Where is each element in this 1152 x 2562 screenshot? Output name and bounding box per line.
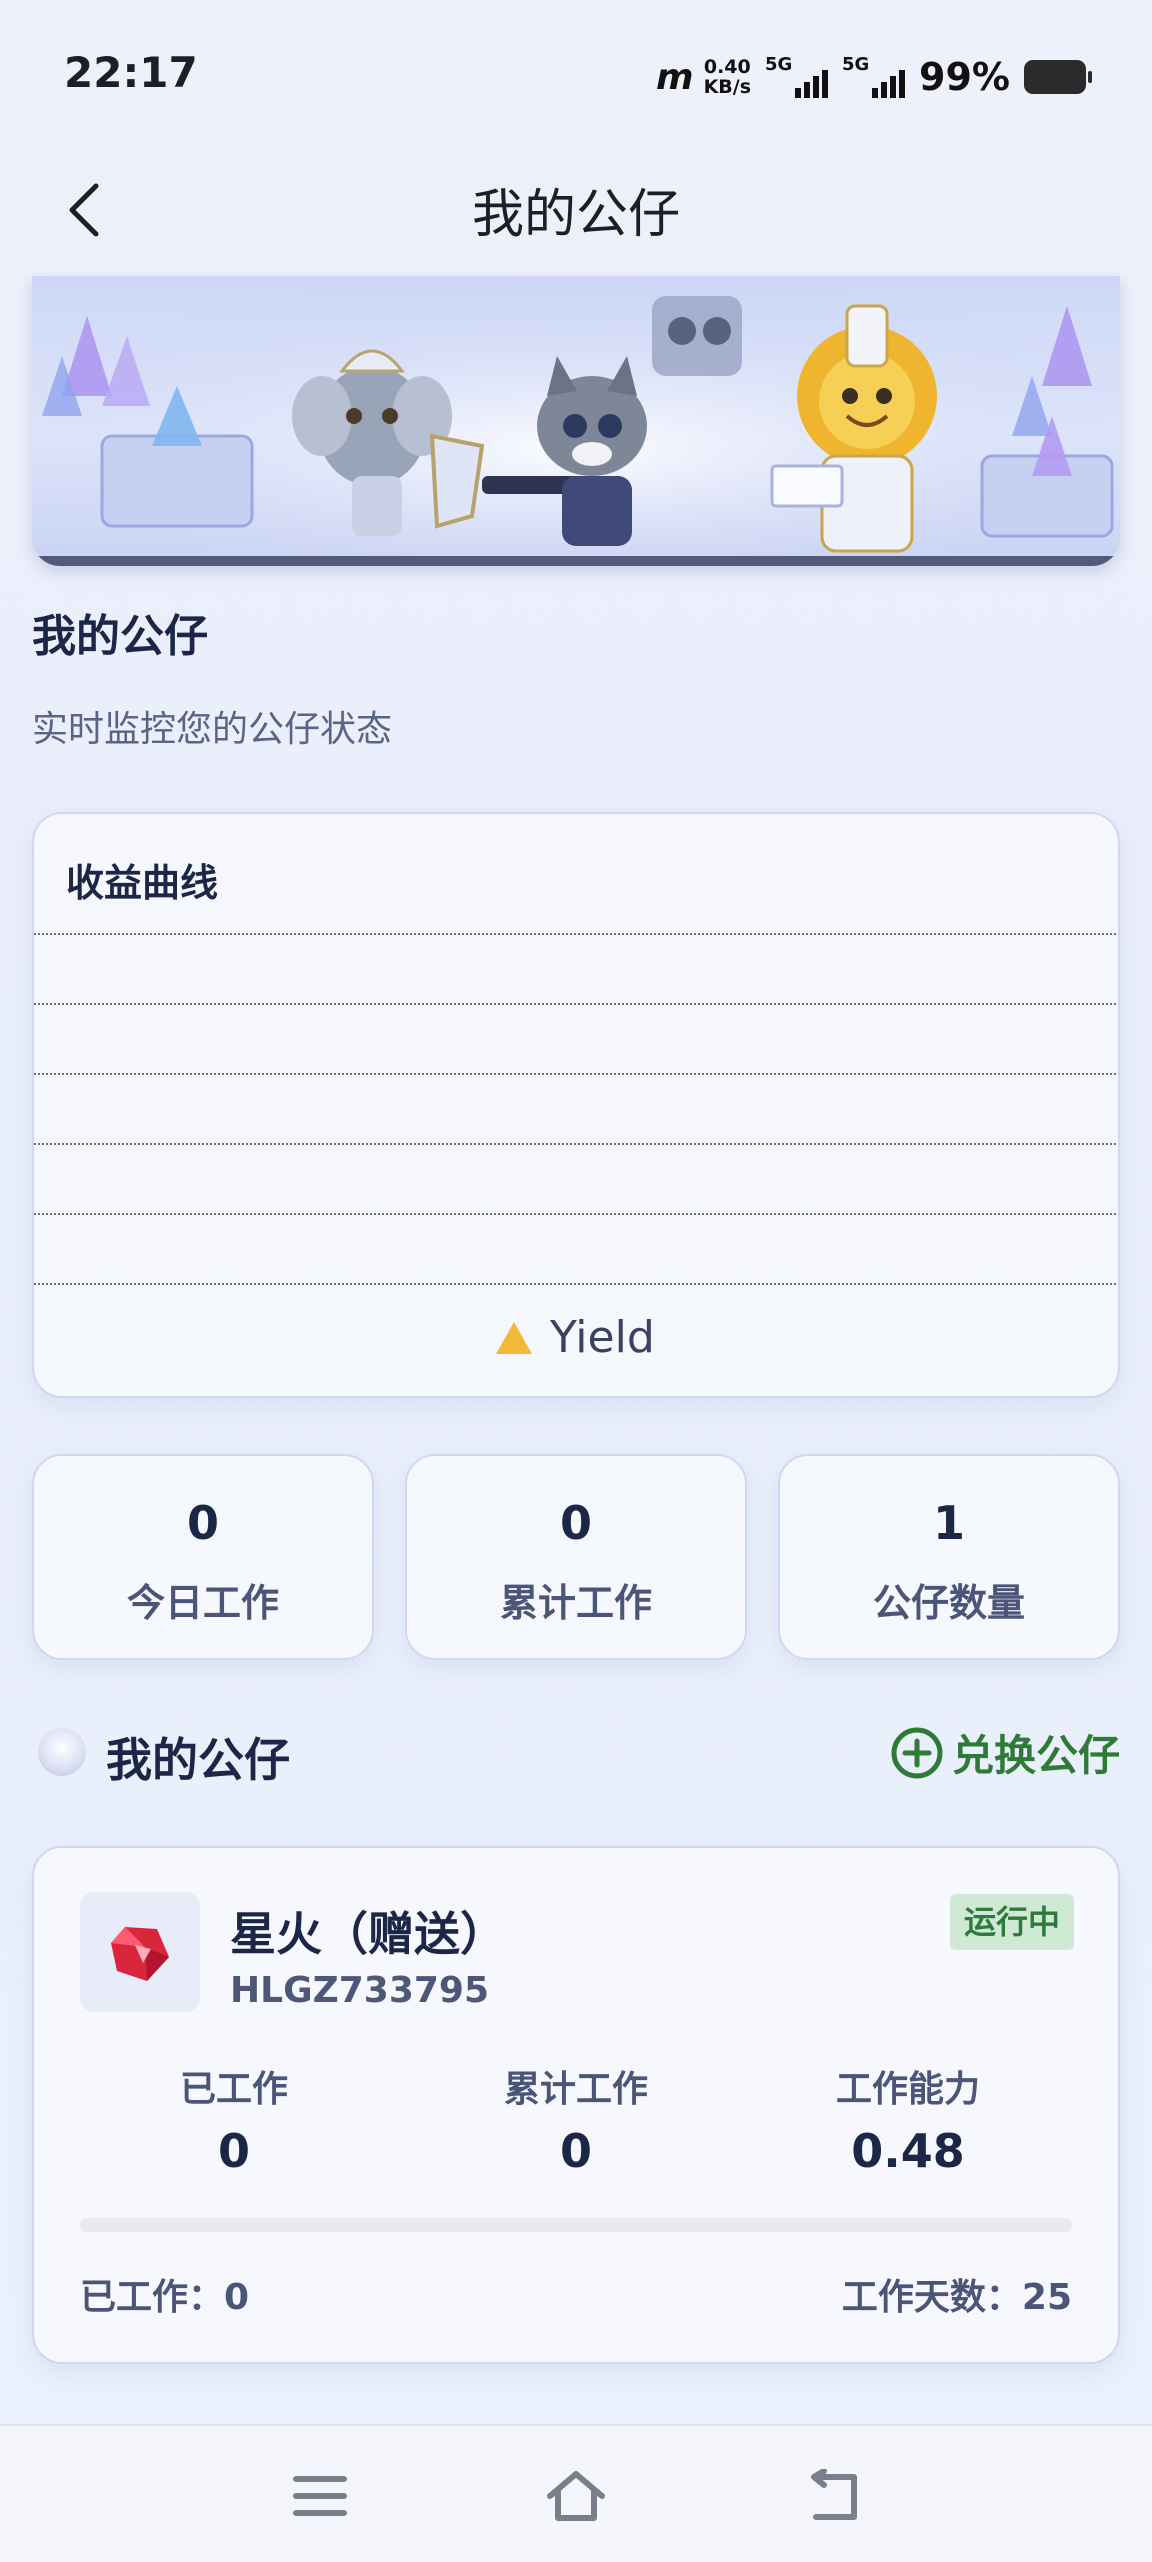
network-speed-value: 0.40 xyxy=(703,56,751,78)
yield-chart: Yield xyxy=(34,933,1118,1363)
network-speed: 0.40 KB/s xyxy=(704,57,751,97)
signal-icon: 5G xyxy=(765,54,829,98)
stat-today-work: 0 今日工作 xyxy=(32,1454,374,1660)
battery-percent: 99% xyxy=(919,55,1010,99)
work-progress-bar xyxy=(80,2218,1072,2232)
stat-label: 今日工作 xyxy=(126,1581,279,1625)
metric-capacity: 工作能力 0.48 xyxy=(758,2060,1058,2178)
footer-work-days: 工作天数：25 xyxy=(841,2277,1072,2318)
metric-value: 0 xyxy=(217,2124,250,2178)
back-icon xyxy=(811,2469,857,2520)
stat-label: 公仔数量 xyxy=(872,1581,1025,1625)
stat-value: 0 xyxy=(186,1496,219,1550)
status-icons: m 0.40 KB/s 5G 5G 99% xyxy=(656,54,1092,100)
stat-value: 0 xyxy=(559,1496,592,1550)
bot-id: HLGZ733795 xyxy=(230,1970,490,2011)
bot-name: 星火（赠送） xyxy=(230,1907,506,1961)
hero-banner xyxy=(32,276,1120,566)
stat-label: 累计工作 xyxy=(499,1581,652,1625)
bot-avatar-icon xyxy=(38,1728,86,1776)
metric-total: 累计工作 0 xyxy=(426,2060,726,2178)
signal-type-label: 5G xyxy=(765,54,793,75)
stat-bot-count: 1 公仔数量 xyxy=(778,1454,1120,1660)
signal-icon: 5G xyxy=(842,54,906,98)
exchange-bot-label: 兑换公仔 xyxy=(951,1731,1120,1780)
home-icon xyxy=(547,2471,605,2521)
plus-circle-icon xyxy=(891,1727,943,1778)
robot-character xyxy=(652,296,742,376)
yield-chart-card: 收益曲线 Yield xyxy=(32,812,1120,1398)
menu-button[interactable] xyxy=(280,2456,360,2536)
chart-legend[interactable]: Yield xyxy=(496,1312,655,1363)
metric-label: 工作能力 xyxy=(835,2069,980,2110)
my-bots-title: 我的公仔 xyxy=(106,1733,290,1787)
section-title: 我的公仔 xyxy=(32,611,208,662)
signal-type-label: 5G xyxy=(842,54,870,75)
stat-total-work: 0 累计工作 xyxy=(405,1454,747,1660)
stat-value: 1 xyxy=(932,1496,965,1550)
status-time: 22:17 xyxy=(64,48,198,97)
page-title: 我的公仔 xyxy=(471,185,680,245)
section-subtitle: 实时监控您的公仔状态 xyxy=(32,709,393,750)
legend-marker-icon xyxy=(496,1322,532,1354)
back-nav-button[interactable] xyxy=(792,2456,872,2536)
metric-value: 0.48 xyxy=(851,2124,965,2178)
footer-worked: 已工作：0 xyxy=(80,2277,250,2318)
app-header: 我的公仔 xyxy=(0,150,1152,276)
metric-worked: 已工作 0 xyxy=(84,2060,384,2178)
menu-icon xyxy=(293,2476,347,2516)
system-nav-bar xyxy=(0,2424,1152,2562)
legend-label: Yield xyxy=(549,1312,655,1363)
hero-illustration xyxy=(32,276,1120,566)
exchange-bot-button[interactable]: 兑换公仔 xyxy=(890,1722,1120,1783)
status-bar: 22:17 m 0.40 KB/s 5G 5G 99% xyxy=(0,0,1152,150)
status-badge: 运行中 xyxy=(949,1894,1074,1950)
metric-label: 累计工作 xyxy=(503,2069,648,2110)
gem-icon xyxy=(111,1927,169,1981)
network-speed-unit: KB/s xyxy=(703,76,752,98)
metric-value: 0 xyxy=(559,2124,592,2178)
metric-label: 已工作 xyxy=(179,2069,288,2110)
home-button[interactable] xyxy=(536,2456,616,2536)
carrier-logo: m xyxy=(656,56,693,98)
my-bots-header: 我的公仔 兑换公仔 xyxy=(32,1720,1120,1790)
bot-card[interactable]: 星火（赠送） HLGZ733795 运行中 已工作 0 累计工作 0 工作能力 … xyxy=(32,1846,1120,2364)
battery-icon xyxy=(1024,60,1092,94)
bot-thumbnail xyxy=(80,1892,200,2012)
